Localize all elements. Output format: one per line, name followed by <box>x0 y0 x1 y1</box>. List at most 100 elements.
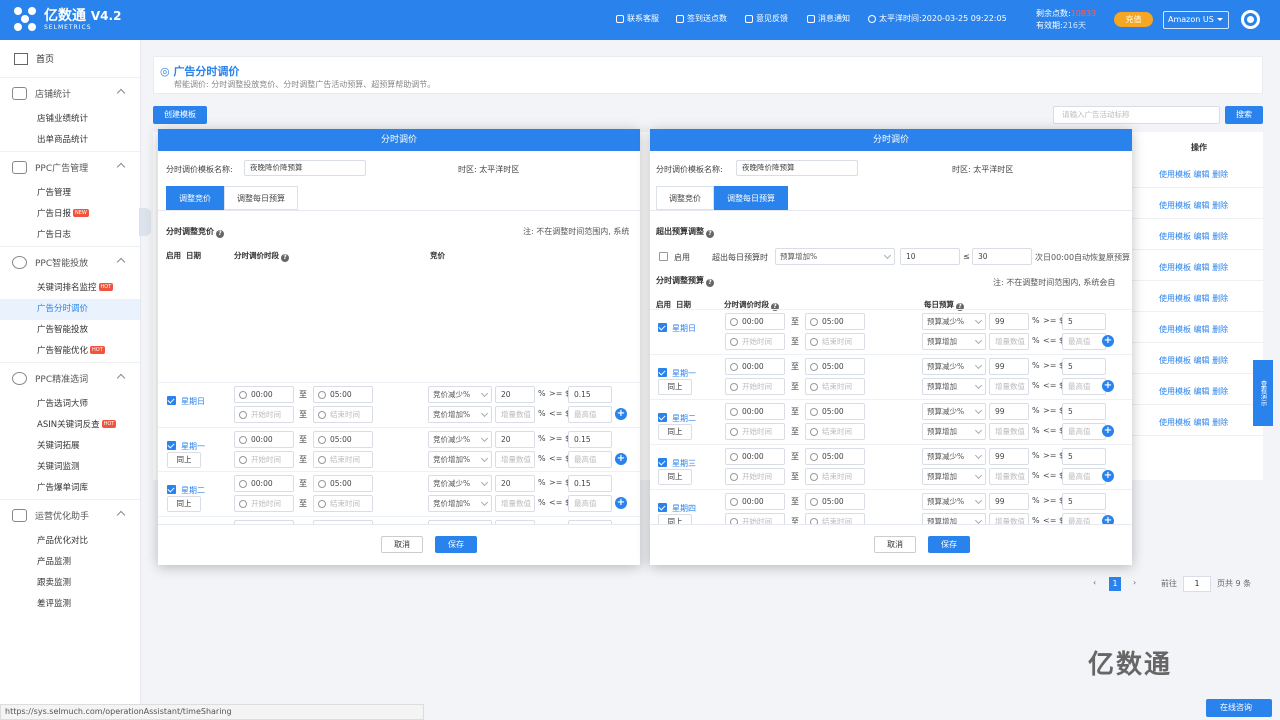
start-time-input[interactable]: 00:00 <box>725 448 785 465</box>
logo[interactable]: 亿数通 V4.2 SELMETRICS <box>14 5 121 35</box>
end-time-input[interactable]: 05:00 <box>805 313 865 330</box>
adjust-mode-select[interactable]: 预算增加 <box>922 423 986 440</box>
day-checkbox[interactable] <box>658 368 667 377</box>
adjust-mode-select[interactable]: 预算增加 <box>922 333 986 350</box>
adjust-value-input[interactable]: 99 <box>989 313 1029 330</box>
edit-link[interactable]: 编辑 <box>1194 294 1210 303</box>
limit-value-input[interactable]: 5 <box>1062 403 1106 420</box>
adjust-mode-select[interactable]: 预算减少% <box>922 358 986 375</box>
start-time-input[interactable]: 开始时间 <box>725 423 785 440</box>
sidebar-item[interactable]: 广告智能投放 <box>0 320 140 341</box>
save-button[interactable]: 保存 <box>928 536 970 553</box>
add-period-icon[interactable]: + <box>615 497 627 509</box>
save-button[interactable]: 保存 <box>435 536 477 553</box>
prev-page-icon[interactable]: ‹ <box>1093 578 1096 587</box>
adjust-value-input[interactable]: 20 <box>495 430 535 448</box>
adjust-value-input[interactable]: 增量数值 <box>989 513 1029 524</box>
sidebar-item-home[interactable]: 首页 <box>0 40 140 77</box>
use-template-link[interactable]: 使用模板 <box>1159 387 1191 396</box>
add-period-icon[interactable]: + <box>615 452 627 465</box>
max-value-input[interactable]: 最高值 <box>1062 513 1106 524</box>
limit-value-input[interactable]: 0.15 <box>568 430 612 448</box>
sidebar-item[interactable]: 出单商品统计 <box>0 130 140 151</box>
max-value-input[interactable]: 最高值 <box>568 450 612 468</box>
start-time-input[interactable]: 00:00 <box>234 430 294 448</box>
start-time-input[interactable]: 00:00 <box>234 386 294 403</box>
start-time-input[interactable]: 开始时间 <box>725 333 785 350</box>
delete-link[interactable]: 删除 <box>1212 294 1228 303</box>
day-checkbox[interactable] <box>167 396 176 405</box>
limit-value-input[interactable]: 0.15 <box>568 386 612 403</box>
start-time-input[interactable]: 00:00 <box>234 475 294 492</box>
end-time-input[interactable]: 05:00 <box>805 403 865 420</box>
same-as-above-button[interactable]: 同上 <box>658 514 692 524</box>
max-value-input[interactable]: 最高值 <box>568 406 612 423</box>
checkin-link[interactable]: 签到送点数 <box>676 13 727 24</box>
limit-value-input[interactable]: 5 <box>1062 448 1106 465</box>
limit-value-input[interactable]: 5 <box>1062 313 1106 330</box>
use-template-link[interactable]: 使用模板 <box>1159 232 1191 241</box>
adjust-value-input[interactable]: 增量数值 <box>989 468 1029 485</box>
adjust-mode-select[interactable]: 竞价减少% <box>428 430 492 448</box>
use-template-link[interactable]: 使用模板 <box>1159 294 1191 303</box>
max-value-input[interactable]: 最高值 <box>1062 468 1106 485</box>
delete-link[interactable]: 删除 <box>1212 387 1228 396</box>
adjust-value-input[interactable]: 增量数值 <box>495 406 535 423</box>
adjust-mode-select[interactable]: 竞价增加% <box>428 450 492 468</box>
adjust-value-input[interactable]: 20 <box>495 386 535 403</box>
adjust-value-input[interactable]: 增量数值 <box>989 333 1029 350</box>
use-template-link[interactable]: 使用模板 <box>1159 325 1191 334</box>
marketplace-select[interactable]: Amazon US <box>1163 11 1229 29</box>
feedback-link[interactable]: 意见反馈 <box>745 13 788 24</box>
end-time-input[interactable]: 05:00 <box>805 358 865 375</box>
end-time-input[interactable]: 05:00 <box>313 386 373 403</box>
adjust-mode-select[interactable]: 预算增加 <box>922 513 986 524</box>
goto-page-input[interactable]: 1 <box>1183 576 1211 592</box>
use-template-link[interactable]: 使用模板 <box>1159 418 1191 427</box>
sidebar-item-keyword-rank[interactable]: 关键词排名监控 HOT <box>0 278 140 299</box>
delete-link[interactable]: 删除 <box>1212 325 1228 334</box>
end-time-input[interactable]: 结束时间 <box>805 378 865 395</box>
search-input[interactable]: 请输入广告活动标称 <box>1053 106 1220 124</box>
rows-scroll[interactable]: 星期日 00:00 至 05:00 开始时间至结束时间 竞价减少% 竞价增加% 20 增量数值%… <box>158 382 640 524</box>
adjust-value-input[interactable]: 99 <box>989 493 1029 510</box>
recharge-button[interactable]: 充值 <box>1114 12 1153 27</box>
sidebar-item[interactable]: 关键词监测 <box>0 457 140 478</box>
sidebar-group-store[interactable]: 店铺统计 <box>0 77 140 109</box>
sidebar-item[interactable]: 广告日志 <box>0 225 140 246</box>
adjust-value-input[interactable]: 99 <box>989 403 1029 420</box>
tab-adjust-budget[interactable]: 调整每日预算 <box>714 186 788 210</box>
adjust-mode-select[interactable]: 预算减少% <box>922 313 986 330</box>
sidebar-item[interactable]: 产品优化对比 <box>0 531 140 552</box>
sidebar-item[interactable]: 广告管理 <box>0 183 140 204</box>
sidebar-group-ops[interactable]: 运营优化助手 <box>0 499 140 531</box>
adjust-value-input[interactable]: 增量数值 <box>495 450 535 468</box>
view-demo-tab[interactable]: 查看演示 <box>1253 360 1273 426</box>
adjust-mode-select[interactable]: 竞价减少% <box>428 386 492 403</box>
delete-link[interactable]: 删除 <box>1212 232 1228 241</box>
day-checkbox[interactable] <box>658 503 667 512</box>
same-as-above-button[interactable]: 同上 <box>167 451 201 468</box>
contact-link[interactable]: 联系客服 <box>616 13 659 24</box>
over-budget-checkbox[interactable] <box>659 252 668 261</box>
start-time-input[interactable]: 开始时间 <box>234 495 294 512</box>
adjust-mode-select[interactable]: 竞价增加% <box>428 406 492 423</box>
edit-link[interactable]: 编辑 <box>1194 325 1210 334</box>
adjust-mode-select[interactable]: 预算减少% <box>922 493 986 510</box>
search-button[interactable]: 搜索 <box>1225 106 1263 124</box>
edit-link[interactable]: 编辑 <box>1194 418 1210 427</box>
delete-link[interactable]: 删除 <box>1212 263 1228 272</box>
start-time-input[interactable]: 开始时间 <box>725 468 785 485</box>
delete-link[interactable]: 删除 <box>1212 418 1228 427</box>
adjust-value-input[interactable]: 99 <box>989 358 1029 375</box>
adjust-value-input[interactable]: 增量数值 <box>989 378 1029 395</box>
end-time-input[interactable]: 结束时间 <box>805 423 865 440</box>
adjust-mode-select[interactable]: 竞价减少% <box>428 475 492 492</box>
gear-icon[interactable] <box>1241 10 1260 29</box>
same-as-above-button[interactable]: 同上 <box>658 469 692 485</box>
edit-link[interactable]: 编辑 <box>1194 263 1210 272</box>
adjust-value-input[interactable]: 增量数值 <box>495 495 535 512</box>
max-value-input[interactable]: 最高值 <box>1062 333 1106 350</box>
template-name-input[interactable]: 夜晚降价降预算 <box>736 160 858 176</box>
limit-value-input[interactable]: 5 <box>1062 493 1106 510</box>
